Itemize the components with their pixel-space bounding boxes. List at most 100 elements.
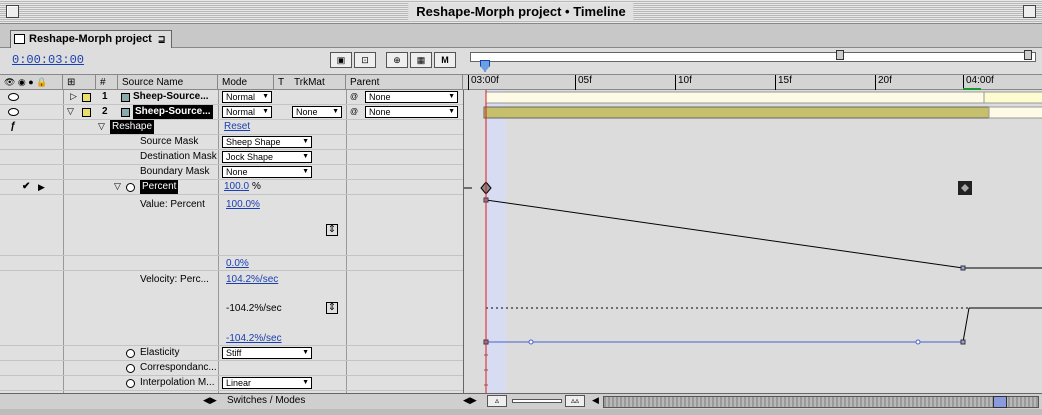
- effect-name[interactable]: Reshape: [110, 120, 155, 134]
- scroll-thumb[interactable]: [993, 396, 1007, 408]
- zoom-box[interactable]: [1023, 5, 1036, 18]
- tab-reshape-morph-project[interactable]: Reshape-Morph project ⊒: [10, 30, 173, 48]
- trkmat-dropdown[interactable]: None: [292, 106, 342, 118]
- property-label: Destination Mask: [140, 151, 217, 162]
- percent-row[interactable]: ✔ ▶ ▽ Percent 100.0 %: [0, 180, 463, 195]
- velocity-bottom[interactable]: -104.2%/sec: [226, 332, 282, 346]
- number-header[interactable]: #: [96, 75, 118, 90]
- horizontal-scrollbar[interactable]: [603, 396, 1039, 408]
- pickwhip-icon[interactable]: @: [350, 90, 358, 104]
- fit-graph-icon[interactable]: ⇕: [326, 224, 338, 236]
- influence-handle[interactable]: [528, 339, 534, 345]
- velocity-top[interactable]: 104.2%/sec: [226, 273, 278, 287]
- parent-header[interactable]: Parent: [346, 75, 463, 90]
- ruler-tick: 03:00f: [468, 75, 499, 90]
- trkmat-header[interactable]: TrkMat: [290, 75, 346, 90]
- pickwhip-icon[interactable]: @: [350, 105, 358, 119]
- collapse-triangle-icon[interactable]: ▽: [67, 106, 74, 117]
- keyframe-nav-icon[interactable]: ▶: [38, 180, 45, 194]
- pane-toggle-icon[interactable]: ◀▶: [203, 395, 217, 406]
- property-row: Boundary Mask None: [0, 165, 463, 180]
- marker-button[interactable]: M: [434, 52, 456, 68]
- stopwatch-icon[interactable]: [126, 349, 135, 358]
- layer2-bar[interactable]: [988, 106, 1042, 119]
- comp-button-icon[interactable]: ▣: [330, 52, 352, 68]
- stopwatch-icon[interactable]: [126, 379, 135, 388]
- layer-number: 2: [102, 106, 108, 117]
- effect-switch-icon[interactable]: ƒ: [10, 120, 16, 134]
- film-button-icon[interactable]: ▦: [410, 52, 432, 68]
- elasticity-dropdown[interactable]: Stiff: [222, 347, 312, 359]
- layer-name[interactable]: Sheep-Source...: [133, 90, 209, 104]
- value-bottom[interactable]: 0.0%: [226, 257, 249, 271]
- label-color-swatch[interactable]: [82, 93, 91, 102]
- label-header: ⊞: [63, 75, 96, 90]
- source-mask-dropdown[interactable]: Sheep Shape: [222, 136, 312, 148]
- work-area-shade: [486, 90, 506, 393]
- influence-handle[interactable]: [915, 339, 921, 345]
- navigator-end-handle[interactable]: [1024, 50, 1032, 60]
- footage-icon: [121, 93, 130, 102]
- current-time-indicator-icon[interactable]: [480, 60, 490, 72]
- parent-dropdown[interactable]: None: [365, 91, 458, 103]
- source-name-header[interactable]: Source Name: [118, 75, 218, 90]
- timeline-graph-area[interactable]: [463, 90, 1042, 393]
- navigator-start-handle[interactable]: [836, 50, 844, 60]
- reset-link[interactable]: Reset: [224, 120, 250, 134]
- graph-handle[interactable]: [960, 265, 966, 271]
- collapse-triangle-icon[interactable]: ▽: [114, 181, 121, 192]
- title-bar[interactable]: Reshape-Morph project • Timeline: [0, 0, 1042, 24]
- layer-row[interactable]: ▷ 1 Sheep-Source... Normal @ None: [0, 90, 463, 105]
- layer1-bar[interactable]: [983, 91, 1042, 104]
- zoom-slider[interactable]: [512, 399, 562, 403]
- graph-handle[interactable]: [960, 339, 966, 345]
- timeline-pane-toggle-icon[interactable]: ◀▶: [463, 395, 477, 406]
- graph-svg: [464, 90, 1042, 393]
- time-navigator[interactable]: [470, 52, 1036, 62]
- layer-name[interactable]: Sheep-Source...: [133, 105, 213, 119]
- destination-mask-dropdown[interactable]: Jock Shape: [222, 151, 312, 163]
- interpolation-dropdown[interactable]: Linear: [222, 377, 312, 389]
- eye-icon[interactable]: [8, 108, 19, 116]
- tab-menu-icon[interactable]: ⊒: [158, 34, 166, 44]
- effect-row[interactable]: ƒ ▽ Reshape Reset: [0, 120, 463, 135]
- time-ruler[interactable]: 03:00f 05f 10f 15f 20f 04:00f: [463, 75, 1042, 91]
- current-time-display[interactable]: 0:00:03:00: [12, 53, 84, 67]
- window-title: Reshape-Morph project • Timeline: [408, 3, 634, 20]
- zoom-in-icon[interactable]: ▵▵: [565, 395, 585, 407]
- parent-dropdown[interactable]: None: [365, 106, 458, 118]
- expand-triangle-icon[interactable]: ▷: [70, 91, 77, 102]
- label-color-swatch[interactable]: [82, 108, 91, 117]
- layer1-bar[interactable]: [485, 91, 985, 104]
- toolbar: 0:00:03:00 ▣ ⊡ ⊕ ▦ M: [0, 48, 1042, 74]
- property-label: Boundary Mask: [140, 166, 210, 177]
- property-row: Elasticity Stiff: [0, 346, 463, 361]
- snapshot-button-icon[interactable]: ⊕: [386, 52, 408, 68]
- stopwatch-icon[interactable]: [126, 183, 135, 192]
- camera-button-icon[interactable]: ⊡: [354, 52, 376, 68]
- boundary-mask-dropdown[interactable]: None: [222, 166, 312, 178]
- checkmark-icon[interactable]: ✔: [22, 180, 30, 194]
- layer2-bar[interactable]: [483, 106, 990, 119]
- percent-value[interactable]: 100.0: [224, 180, 249, 194]
- zoom-out-icon[interactable]: ▵: [487, 395, 507, 407]
- fit-graph-icon[interactable]: ⇕: [326, 302, 338, 314]
- collapse-triangle-icon[interactable]: ▽: [98, 121, 105, 132]
- switches-modes-toggle[interactable]: Switches / Modes: [227, 395, 305, 406]
- mode-dropdown[interactable]: Normal: [222, 106, 272, 118]
- property-label: Correspondanc...: [140, 362, 217, 373]
- stopwatch-icon[interactable]: [126, 364, 135, 373]
- timeline-window: Reshape-Morph project • Timeline Reshape…: [0, 0, 1042, 415]
- close-box[interactable]: [6, 5, 19, 18]
- layer-row[interactable]: ▽ 2 Sheep-Source... Normal None @ None: [0, 105, 463, 120]
- column-headers: 👁 ◉ ● 🔒 ⊞ # Source Name Mode T TrkMat Pa…: [0, 74, 1042, 91]
- mode-dropdown[interactable]: Normal: [222, 91, 272, 103]
- value-top[interactable]: 100.0%: [226, 198, 260, 212]
- mode-header[interactable]: Mode: [218, 75, 274, 90]
- property-label: Interpolation M...: [140, 377, 215, 388]
- tab-bar: Reshape-Morph project ⊒: [0, 24, 1042, 48]
- velocity-graph-row: Velocity: Perc... 104.2%/sec -104.2%/sec…: [0, 270, 463, 346]
- property-label: Source Mask: [140, 136, 199, 147]
- scroll-left-icon[interactable]: ◀: [592, 395, 599, 406]
- eye-icon[interactable]: [8, 93, 19, 101]
